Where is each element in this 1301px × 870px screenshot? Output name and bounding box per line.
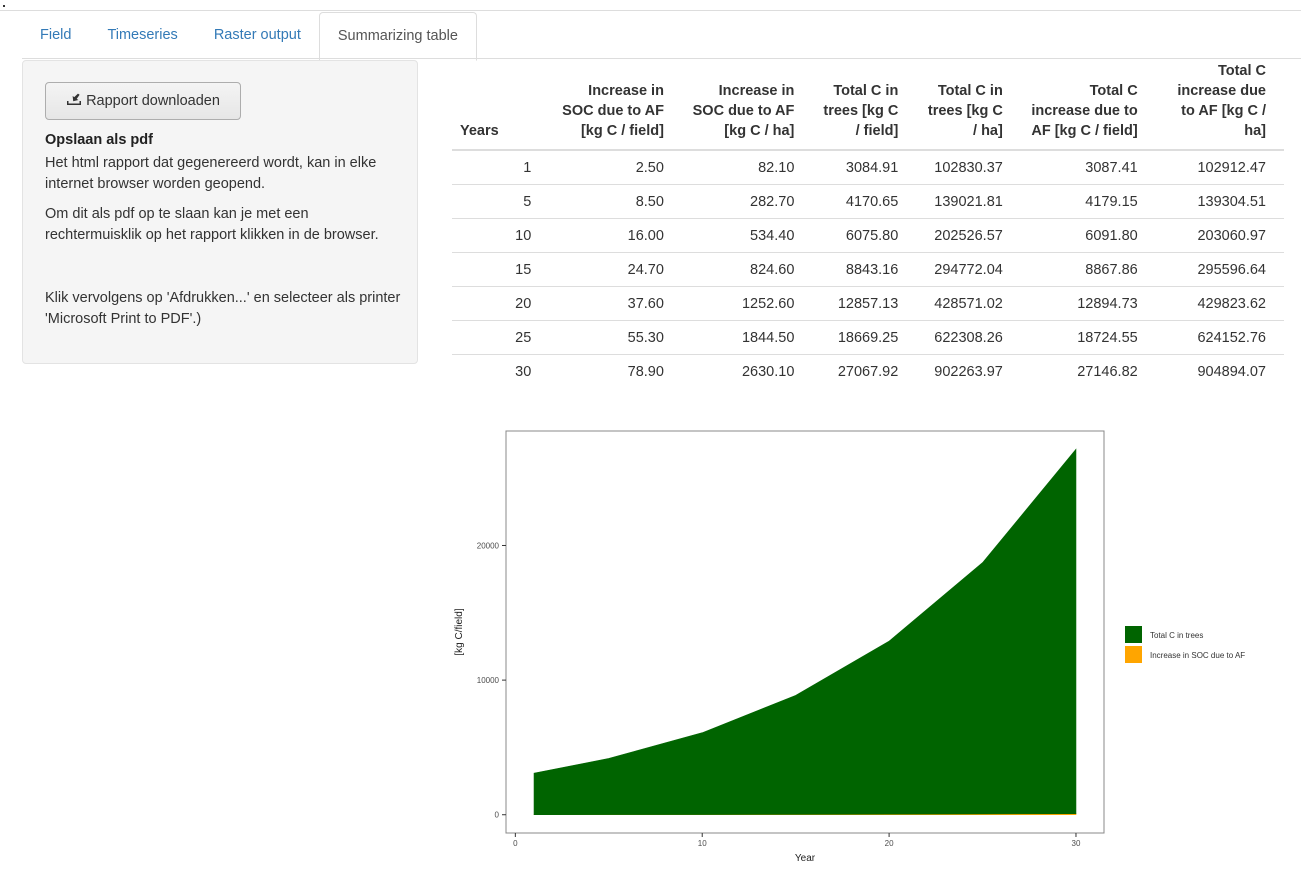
download-icon	[66, 92, 82, 110]
table-cell: 12857.13	[812, 286, 917, 321]
table-cell: 10	[452, 218, 550, 253]
table-cell: 203060.97	[1155, 218, 1284, 253]
column-header: Total C increase due to AF [kg C / field…	[1020, 61, 1156, 151]
table-cell: 55.30	[549, 320, 682, 355]
table-cell: 8843.16	[812, 252, 917, 287]
x-tick-label: 10	[698, 839, 707, 848]
table-cell: 16.00	[549, 218, 682, 253]
table-row: 15 24.70 824.60 8843.16 294772.04 8867.86 2955…	[452, 252, 1284, 287]
table-cell: 3084.91	[845, 159, 899, 176]
pdf-info-paragraph: Het html rapport dat gegenereerd wordt, …	[45, 155, 377, 192]
table-cell: 282.70	[681, 184, 813, 219]
legend-key	[1125, 626, 1142, 643]
table-header-row: Years Increase in SOC due to AF [kg C / …	[452, 61, 1284, 151]
sidebar-panel: Rapport downloaden Opslaan als pdf Het h…	[22, 60, 418, 364]
column-header: Years	[452, 61, 550, 151]
table-row: 20 37.60 1252.60 12857.13 428571.02 12894.73 4…	[452, 286, 1284, 321]
tab-field[interactable]: Field	[22, 12, 89, 58]
pdf-info-paragraph: Om dit als pdf op te slaan kan je met ee…	[45, 206, 379, 243]
table-cell: 139304.51	[1155, 184, 1284, 219]
table-cell: 624152.76	[1155, 320, 1284, 355]
tab-raster-output[interactable]: Raster output	[196, 12, 319, 58]
table-row: 30 78.90 2630.10 27067.92 902263.97 27146.82 9…	[452, 354, 1284, 388]
table-cell: 25	[452, 320, 550, 355]
summary-table: Years Increase in SOC due to AF [kg C / …	[452, 61, 1284, 388]
table-cell: 18669.25	[812, 320, 917, 355]
table-cell: 20	[452, 286, 550, 321]
table-row: 1 2.50 82.10 3084.91 102830.37 3087.41 102912.…	[452, 150, 1284, 185]
table-cell: 12894.73	[1020, 286, 1156, 321]
table-cell: 27067.92	[812, 354, 917, 388]
tab-summarizing-table[interactable]: Summarizing table	[318, 12, 477, 61]
table-cell: 294772.04	[916, 252, 1021, 287]
table-cell: 102912.47	[1197, 159, 1266, 176]
column-header: Increase in SOC due to AF [kg C / field]	[549, 61, 682, 151]
y-tick-label: 10000	[477, 676, 500, 685]
table-cell: 30	[452, 354, 550, 388]
tab-bar: Field Timeseries Raster output Summarizi…	[22, 12, 477, 61]
table-cell: 4179.15	[1020, 184, 1156, 219]
column-header: Increase in SOC due to AF [kg C / ha]	[681, 61, 813, 151]
table-row: 5 8.50 282.70 4170.65 139021.81 4179.15 139304…	[452, 184, 1284, 219]
x-tick-label: 30	[1072, 839, 1081, 848]
table-cell: 18724.55	[1020, 320, 1156, 355]
corner-dot	[3, 5, 5, 7]
table-row: 25 55.30 1844.50 18669.25 622308.26 18724.55 6…	[452, 320, 1284, 355]
table-cell: 429823.62	[1155, 286, 1284, 321]
table-cell: 6091.80	[1020, 218, 1156, 253]
table-cell: 139021.81	[916, 184, 1021, 219]
carbon-chart: 0 10000 20000 0 10 20 30 Year [kg C/field] Total …	[440, 418, 1300, 865]
table-cell: 1844.50	[681, 320, 813, 355]
tab-bar-border	[22, 58, 1301, 59]
table-cell: 27146.82	[1020, 354, 1156, 388]
table-cell: 37.60	[549, 286, 682, 321]
table-cell: 824.60	[681, 252, 813, 287]
table-row: 10 16.00 534.40 6075.80 202526.57 6091.80 2030…	[452, 218, 1284, 253]
pdf-heading: Opslaan als pdf	[45, 132, 153, 148]
table-cell: 428571.02	[916, 286, 1021, 321]
pdf-info-paragraph: Klik vervolgens op 'Afdrukken...' en sel…	[45, 290, 401, 327]
column-header: Total C in trees [kg C / ha]	[916, 61, 1021, 151]
table-cell: 6075.80	[812, 218, 917, 253]
table-cell: 102830.37	[934, 159, 1003, 176]
table-cell: 78.90	[549, 354, 682, 388]
table-cell: 202526.57	[916, 218, 1021, 253]
table-cell: 5	[452, 184, 550, 219]
y-tick-label: 0	[495, 811, 500, 820]
table-cell: 3087.41	[1085, 159, 1138, 176]
table-cell: 622308.26	[916, 320, 1021, 355]
table-cell: 8.50	[549, 184, 682, 219]
y-axis-title: [kg C/field]	[454, 608, 465, 655]
x-tick-label: 0	[513, 839, 518, 848]
legend-key	[1125, 646, 1142, 663]
table-cell: 2630.10	[681, 354, 813, 388]
table-cell: 1	[523, 159, 532, 176]
table-cell: 295596.64	[1155, 252, 1284, 287]
column-header: Total C in trees [kg C / field]	[812, 61, 917, 151]
table-cell: 902263.97	[916, 354, 1021, 388]
download-button-label: Rapport downloaden	[86, 93, 220, 109]
table-cell: 4170.65	[812, 184, 917, 219]
table-cell: 15	[452, 252, 550, 287]
column-header: Total C increase due to AF [kg C / ha]	[1155, 61, 1284, 151]
area-chart-svg: 0 10000 20000 0 10 20 30 Year [kg C/field] Total …	[454, 430, 1245, 864]
table-cell: 82.10	[758, 159, 795, 176]
table-cell: 904894.07	[1155, 354, 1284, 388]
x-axis-title: Year	[795, 853, 816, 864]
table-cell: 2.50	[635, 159, 664, 176]
table-cell: 24.70	[549, 252, 682, 287]
table-cell: 8867.86	[1020, 252, 1156, 287]
x-tick-label: 20	[885, 839, 894, 848]
table-cell: 534.40	[681, 218, 813, 253]
download-report-button[interactable]: Rapport downloaden	[45, 82, 241, 120]
table-cell: 1252.60	[681, 286, 813, 321]
legend-label: Total C in trees	[1150, 631, 1203, 640]
top-divider	[0, 10, 1301, 11]
y-tick-label: 20000	[477, 541, 500, 550]
tab-timeseries[interactable]: Timeseries	[89, 12, 195, 58]
legend-label: Increase in SOC due to AF	[1150, 651, 1245, 660]
